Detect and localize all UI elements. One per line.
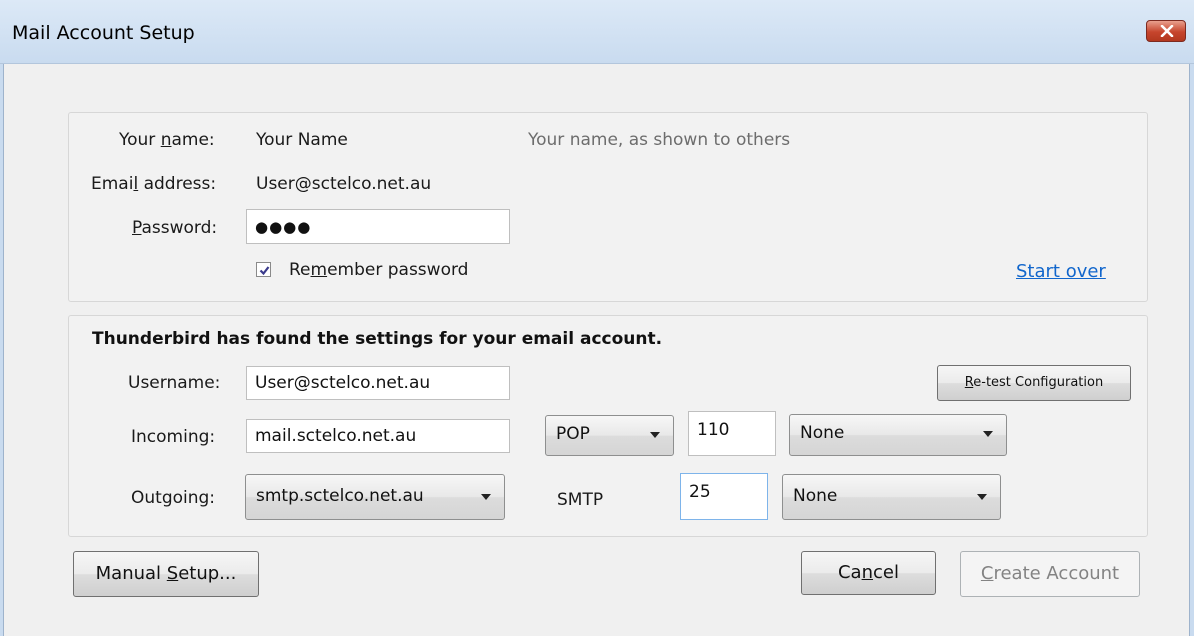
incoming-security-value: None [800,423,845,443]
password-label: Password: [132,218,218,238]
title-bar: Mail Account Setup [0,0,1194,64]
incoming-protocol-value: POP [556,424,590,444]
remember-password-label: Remember password [289,260,469,280]
chevron-down-icon [983,431,993,437]
manual-setup-button[interactable]: Manual Setup... [73,551,259,597]
your-name-value[interactable]: Your Name [256,130,348,150]
incoming-port-field[interactable]: 110 [688,411,776,456]
your-name-label: Your name: [119,130,215,150]
username-field[interactable]: User@sctelco.net.au [246,366,510,400]
outgoing-security-value: None [793,486,838,506]
close-icon [1160,25,1174,37]
retest-configuration-button[interactable]: Re-test Configuration [937,365,1131,401]
outgoing-protocol-label: SMTP [557,490,604,510]
chevron-down-icon [977,494,987,500]
checkmark-icon [259,266,270,276]
settings-heading: Thunderbird has found the settings for y… [92,329,663,349]
incoming-label: Incoming: [131,427,216,447]
window-border-left [0,64,4,636]
window-title: Mail Account Setup [12,22,195,44]
outgoing-security-dropdown[interactable]: None [782,474,1001,520]
start-over-link[interactable]: Start over [1016,261,1106,282]
create-account-button[interactable]: Create Account [960,551,1140,597]
chevron-down-icon [481,494,491,500]
outgoing-port-field[interactable]: 25 [680,473,768,520]
remember-password-checkbox[interactable] [256,262,271,277]
outgoing-label: Outgoing: [131,488,216,508]
incoming-server-field[interactable]: mail.sctelco.net.au [246,419,510,453]
email-address-label: Email address: [91,174,217,194]
incoming-security-dropdown[interactable]: None [789,414,1007,456]
email-address-value[interactable]: User@sctelco.net.au [256,174,431,194]
cancel-button[interactable]: Cancel [801,551,936,595]
password-field[interactable]: ●●●● [246,209,510,244]
outgoing-server-value: smtp.sctelco.net.au [256,486,424,506]
close-button[interactable] [1146,20,1186,42]
chevron-down-icon [650,432,660,438]
outgoing-server-dropdown[interactable]: smtp.sctelco.net.au [245,474,505,520]
window-border-right [1189,64,1194,636]
username-label: Username: [128,373,221,393]
your-name-hint: Your name, as shown to others [528,130,791,150]
incoming-protocol-dropdown[interactable]: POP [545,415,674,456]
